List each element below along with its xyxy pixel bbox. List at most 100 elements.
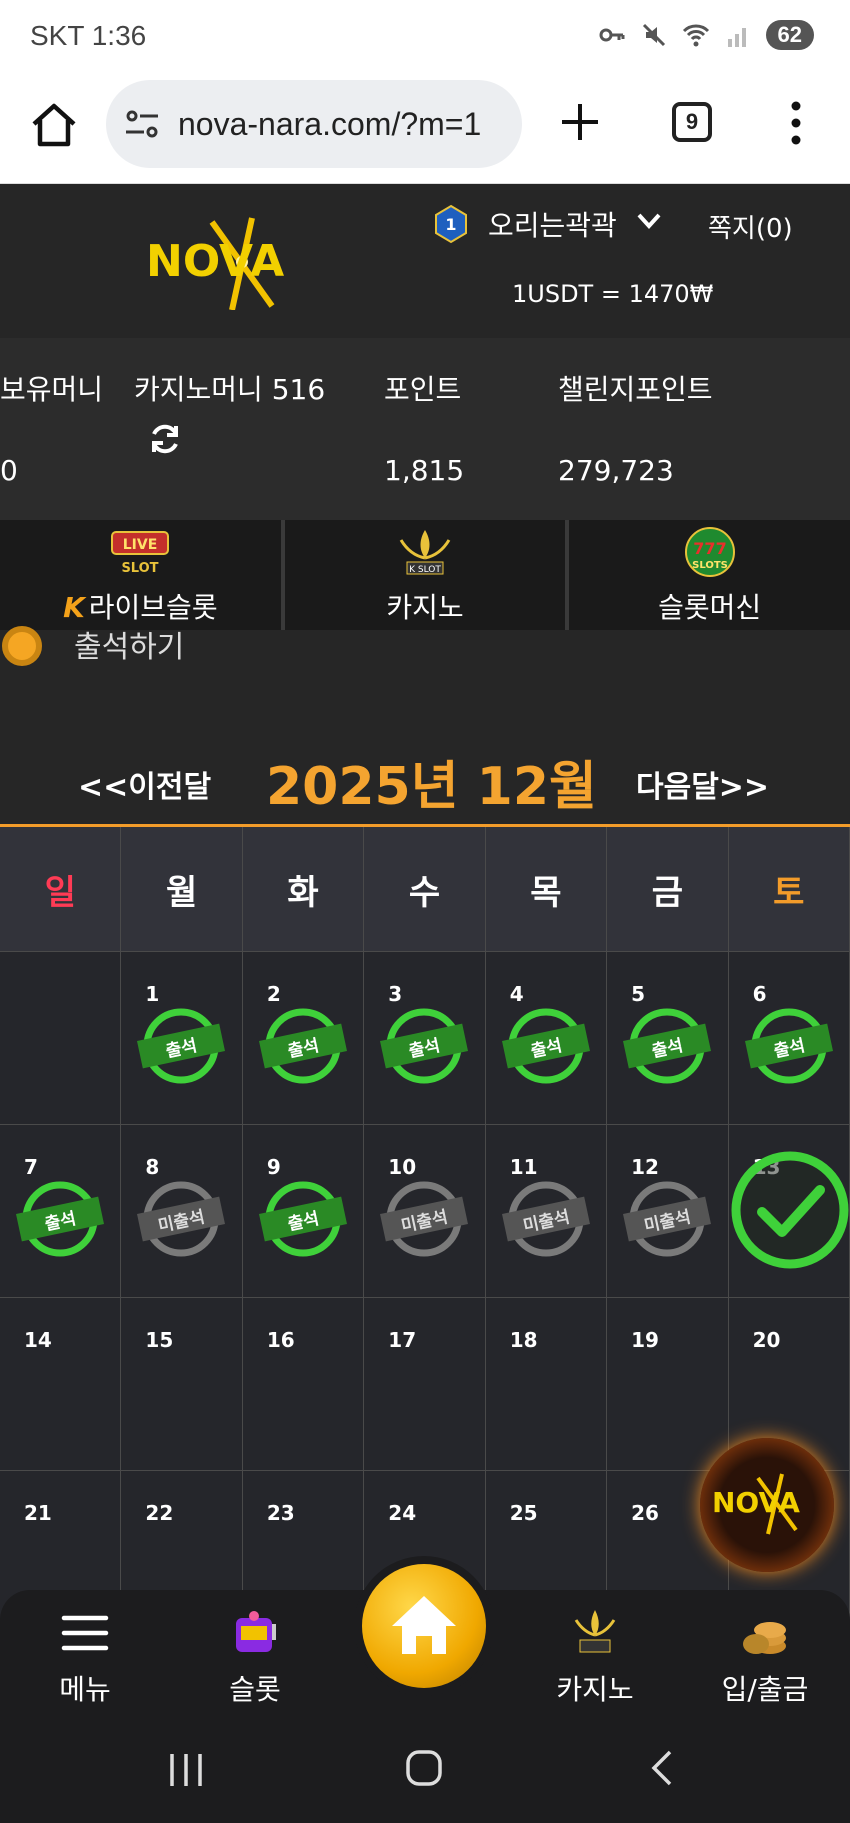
nav-casino[interactable]: 카지노 [530, 1590, 660, 1712]
browser-toolbar: nova-nara.com/?m=1 9 [0, 76, 850, 184]
nav-label: 입/출금 [721, 1673, 809, 1706]
nav-slot[interactable]: 슬롯 [190, 1590, 320, 1712]
tab-casino[interactable]: K SLOT 카지노 [285, 520, 570, 630]
calendar-day[interactable]: 9 출석 [242, 1125, 365, 1298]
weekday-fri: 금 [607, 827, 729, 952]
calendar-day[interactable]: 12 미출석 [607, 1125, 729, 1298]
calendar-day[interactable]: 6 출석 [728, 952, 850, 1125]
day-number: 23 [266, 1501, 295, 1525]
mute-icon [642, 23, 665, 47]
day-number: 16 [266, 1328, 295, 1352]
coins-icon [743, 1622, 786, 1654]
system-home-icon[interactable] [404, 1748, 444, 1788]
username[interactable]: 오리는곽곽 [488, 204, 617, 244]
weekday-header: 일 월 화 수 목 금 토 [0, 827, 850, 952]
calendar-day[interactable]: 19 [607, 1298, 729, 1471]
day-number: 19 [631, 1328, 659, 1352]
status-icons: 62 [598, 20, 814, 50]
day-number: 14 [24, 1328, 52, 1352]
day-number: 6 [752, 982, 767, 1006]
day-number: 22 [145, 1501, 174, 1525]
day-number: 12 [631, 1155, 659, 1179]
casino-money-label: 카지노머니 516 [134, 373, 326, 406]
weekday-wed: 수 [364, 827, 486, 952]
calendar-day[interactable]: 16 [242, 1298, 365, 1471]
calendar-day[interactable]: 3 출석 [364, 952, 486, 1125]
calendar-day[interactable]: 5 출석 [607, 952, 729, 1125]
month-title: 2025년 12월 [266, 757, 597, 817]
day-number: 15 [145, 1328, 174, 1352]
calendar-day[interactable]: 8 미출석 [121, 1125, 243, 1298]
status-time: SKT 1:36 [30, 20, 147, 51]
calendar-week: 14 15 16 17 18 19 20 [0, 1298, 850, 1471]
nav-menu[interactable]: 메뉴 [20, 1590, 150, 1712]
chevron-down-icon[interactable] [636, 210, 662, 232]
k-slot-icon: K SLOT [399, 530, 451, 575]
back-icon[interactable] [648, 1748, 678, 1788]
nav-deposit-withdraw[interactable]: 입/출금 [700, 1590, 830, 1712]
svg-text:NOVA: NOVA [712, 1486, 800, 1519]
calendar-day[interactable]: 18 [485, 1298, 608, 1471]
live-slot-icon: LIVE SLOT [111, 531, 170, 576]
day-number: 18 [509, 1328, 538, 1352]
day-number: 5 [631, 982, 646, 1006]
calendar-day[interactable]: 7 출석 [0, 1125, 122, 1298]
balance-label: 보유머니 [0, 373, 104, 406]
address-bar[interactable]: nova-nara.com/?m=1 [106, 80, 522, 168]
calendar-day[interactable]: 17 [364, 1298, 486, 1471]
day-number: 21 [24, 1501, 52, 1525]
nova-logo-icon: NOVA [712, 1473, 800, 1535]
tab-switcher-button[interactable]: 9 [672, 102, 712, 142]
home-button[interactable] [354, 1556, 494, 1696]
missed-stamp-icon: 미출석 [135, 1177, 227, 1261]
battery-indicator: 62 [765, 20, 814, 50]
tab-live-slot[interactable]: LIVE SLOT K 라이브슬롯 [0, 520, 285, 630]
calendar-day[interactable]: 14 [0, 1298, 122, 1471]
calendar-day[interactable]: 2 출석 [242, 952, 365, 1125]
missed-stamp-icon: 미출석 [621, 1177, 713, 1261]
balance-value: 0 [0, 454, 18, 487]
new-tab-icon[interactable] [558, 100, 602, 144]
prev-month-button[interactable]: <<이전달 [78, 762, 211, 806]
next-month-button[interactable]: 다음달>> [636, 762, 769, 806]
calendar-day[interactable]: 1 출석 [121, 952, 243, 1125]
day-number: 4 [509, 982, 524, 1006]
svg-text:K SLOT: K SLOT [409, 565, 441, 575]
day-number: 8 [145, 1155, 160, 1179]
signal-icon [727, 28, 746, 47]
attended-stamp-icon: 출석 [257, 1004, 349, 1088]
k-slot-icon [574, 1610, 616, 1653]
weekday-sun: 일 [0, 827, 122, 952]
recent-apps-icon[interactable] [166, 1750, 206, 1790]
hamburger-menu-icon [61, 1615, 109, 1651]
status-bar: SKT 1:36 62 [0, 0, 850, 76]
day-number: 11 [509, 1155, 538, 1179]
nav-label: 슬롯 [229, 1673, 281, 1706]
refresh-icon[interactable] [148, 422, 182, 456]
day-number: 20 [752, 1328, 781, 1352]
exchange-rate: 1USDT = 1470₩ [512, 280, 714, 308]
day-number: 7 [24, 1155, 38, 1179]
more-options-icon[interactable] [776, 98, 816, 148]
day-number: 10 [388, 1155, 417, 1179]
calendar-day[interactable]: 10 미출석 [364, 1125, 486, 1298]
browser-home-icon[interactable] [28, 100, 80, 152]
attended-stamp-icon: 출석 [621, 1004, 713, 1088]
attended-stamp-icon: 출석 [743, 1004, 835, 1088]
attended-stamp-icon: 출석 [500, 1004, 592, 1088]
month-navigation: <<이전달 2025년 12월 다음달>> [0, 740, 850, 820]
attendance-section: 출석하기 [0, 626, 850, 666]
calendar-day[interactable]: 15 [121, 1298, 243, 1471]
nova-logo[interactable]: NOVA [142, 214, 322, 310]
messages-link[interactable]: 쪽지(0) [708, 208, 793, 245]
calendar-day[interactable]: 4 출석 [485, 952, 608, 1125]
tab-slot-machine[interactable]: 777 SLOTS 슬롯머신 [569, 520, 850, 630]
calendar-day[interactable]: 11 미출석 [485, 1125, 608, 1298]
site-settings-icon[interactable] [124, 108, 160, 140]
nova-floating-button[interactable]: NOVA [700, 1438, 834, 1572]
missed-stamp-icon: 미출석 [500, 1177, 592, 1261]
svg-text:1: 1 [445, 215, 456, 234]
slot-machine-icon [236, 1611, 276, 1652]
calendar-week: 7출석 8미출석 9출석 10미출석 11미출석 12미출석 13 [0, 1125, 850, 1298]
day-number: 26 [631, 1501, 659, 1525]
